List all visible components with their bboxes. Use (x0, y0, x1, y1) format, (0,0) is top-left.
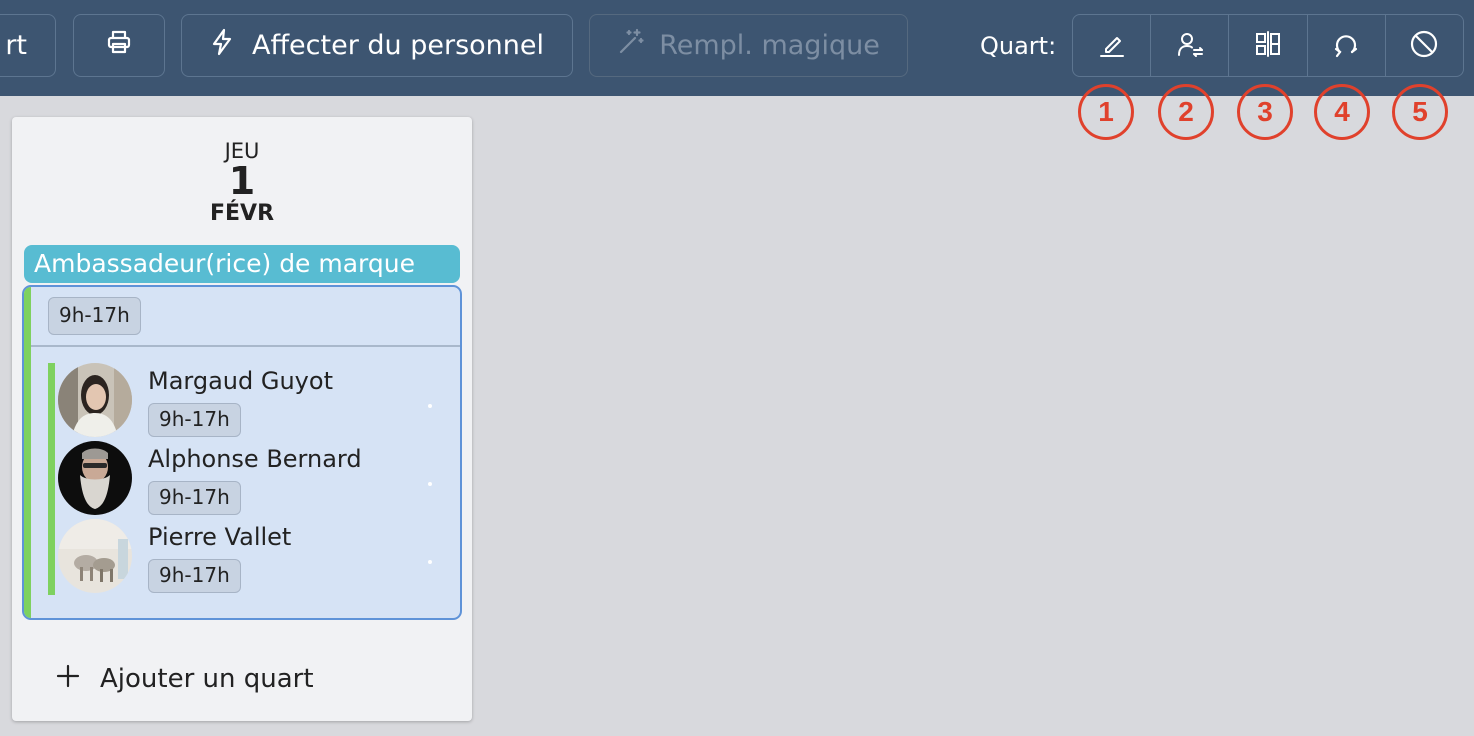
assignee-menu-dot[interactable] (428, 404, 432, 408)
role-header[interactable]: Ambassadeur(rice) de marque (24, 245, 460, 283)
callout-2: 2 (1158, 84, 1214, 140)
split-shift-button[interactable] (1229, 15, 1308, 76)
assign-staff-button[interactable]: Affecter du personnel (181, 14, 573, 77)
pencil-icon (1098, 30, 1126, 62)
magic-wand-icon (617, 28, 645, 63)
cancel-shift-button[interactable] (1386, 15, 1463, 76)
assignee-name: Margaud Guyot (148, 367, 333, 395)
assignee-row[interactable]: Pierre Vallet 9h-17h (24, 519, 460, 597)
cancel-icon (1409, 29, 1439, 63)
plus-icon (56, 664, 80, 695)
assignee-time-badge: 9h-17h (148, 481, 241, 515)
magic-fill-button[interactable]: Rempl. magique (589, 14, 908, 77)
callout-1: 1 (1078, 84, 1134, 140)
top-toolbar: rt Affecter du personnel Rempl. magique … (0, 0, 1474, 96)
magic-fill-label: Rempl. magique (659, 30, 880, 61)
shift-time-badge: 9h-17h (48, 297, 141, 335)
add-shift-label: Ajouter un quart (100, 664, 314, 694)
callout-4: 4 (1314, 84, 1370, 140)
shift-actions-label: Quart: (980, 32, 1057, 60)
assignee-time-badge: 9h-17h (148, 559, 241, 593)
edit-shift-button[interactable] (1073, 15, 1152, 76)
avatar (58, 363, 132, 437)
refresh-icon (1332, 30, 1360, 62)
avatar (58, 519, 132, 593)
day-number: 1 (228, 159, 256, 203)
printer-icon (106, 29, 132, 62)
shift-action-group (1072, 14, 1464, 77)
day-column: JEU 1 FÉVR Ambassadeur(rice) de marque 9… (12, 117, 472, 721)
split-icon (1254, 30, 1282, 62)
callout-5: 5 (1392, 84, 1448, 140)
repeat-shift-button[interactable] (1308, 15, 1386, 76)
lightning-icon (210, 28, 234, 63)
print-button[interactable] (73, 14, 165, 77)
assignee-row[interactable]: Margaud Guyot 9h-17h (24, 363, 460, 441)
swap-staff-button[interactable] (1151, 15, 1230, 76)
assign-staff-label: Affecter du personnel (251, 30, 545, 61)
assignee-menu-dot[interactable] (428, 560, 432, 564)
assignee-menu-dot[interactable] (428, 482, 432, 486)
assignee-time-badge: 9h-17h (148, 403, 241, 437)
truncated-button-label: rt (5, 30, 27, 61)
callout-3: 3 (1237, 84, 1293, 140)
assignee-row[interactable]: Alphonse Bernard 9h-17h (24, 441, 460, 519)
truncated-button[interactable]: rt (0, 14, 56, 77)
user-swap-icon (1176, 30, 1204, 62)
day-month: FÉVR (209, 201, 275, 226)
assignee-name: Alphonse Bernard (148, 445, 362, 473)
avatar (58, 441, 132, 515)
shift-divider (31, 345, 460, 347)
add-shift-button[interactable]: Ajouter un quart (56, 663, 314, 695)
shift-card[interactable]: 9h-17h Margaud Guyot 9h-17h Alphonse Ber… (22, 285, 462, 620)
assignee-name: Pierre Vallet (148, 523, 292, 551)
